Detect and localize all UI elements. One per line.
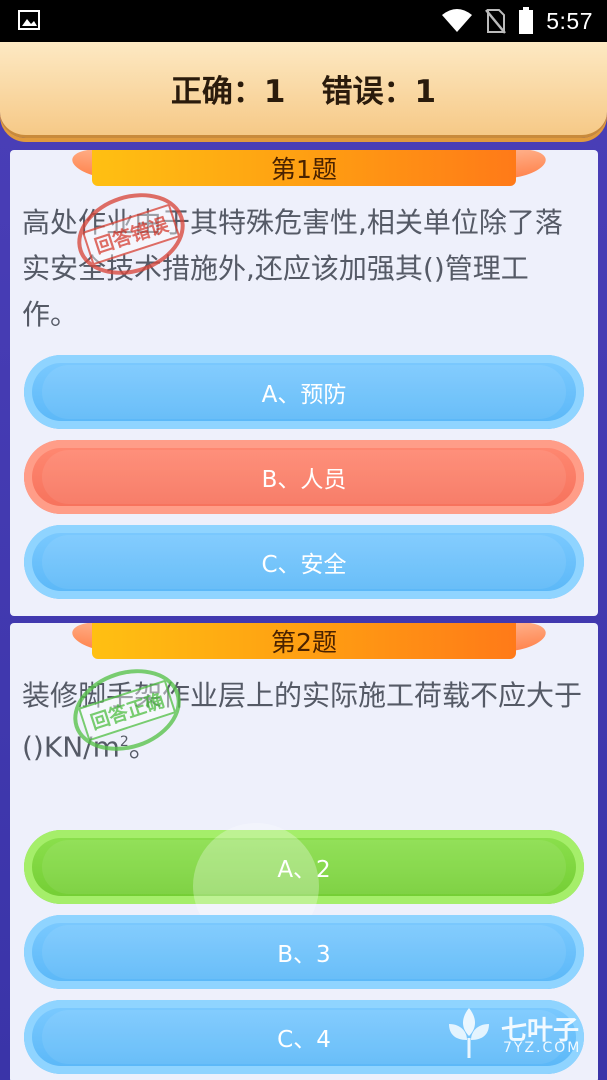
option-label: B、3 <box>277 942 331 968</box>
status-bar: 5:57 <box>0 0 607 42</box>
option-b[interactable]: B、人员 <box>24 440 584 514</box>
option-c[interactable]: C、安全 <box>24 525 584 599</box>
no-sim-icon <box>485 9 507 34</box>
question-title: 第1题 <box>92 150 516 186</box>
wrong-count: 错误：1 <box>321 74 437 110</box>
status-time: 5:57 <box>546 7 593 34</box>
watermark-domain: 7YZ.COM <box>503 1040 582 1056</box>
battery-icon <box>519 7 534 34</box>
stamp-label: 回答错误 <box>81 203 181 265</box>
option-label: C、4 <box>277 1027 331 1053</box>
option-a[interactable]: A、预防 <box>24 355 584 429</box>
score-header: 正确：1 错误：1 <box>0 42 607 138</box>
stamp-label: 回答正确 <box>77 679 177 741</box>
leaf-logo-icon <box>449 1008 489 1058</box>
question-card-1: 第1题 高处作业由于其特殊危害性,相关单位除了落实安全技术措施外,还应该加强其(… <box>10 150 598 616</box>
status-right: 5:57 <box>442 6 593 36</box>
question-ribbon: 第1题 <box>10 150 598 196</box>
option-label: C、安全 <box>261 552 347 578</box>
watermark: 七叶子 7YZ.COM <box>443 1004 593 1064</box>
option-label: A、预防 <box>261 382 347 408</box>
option-label: B、人员 <box>261 467 347 493</box>
image-icon <box>18 10 40 30</box>
question-title: 第2题 <box>92 623 516 659</box>
correct-count: 正确：1 <box>170 74 286 110</box>
option-b[interactable]: B、3 <box>24 915 584 989</box>
wifi-icon <box>442 9 473 32</box>
question-ribbon: 第2题 <box>10 623 598 669</box>
